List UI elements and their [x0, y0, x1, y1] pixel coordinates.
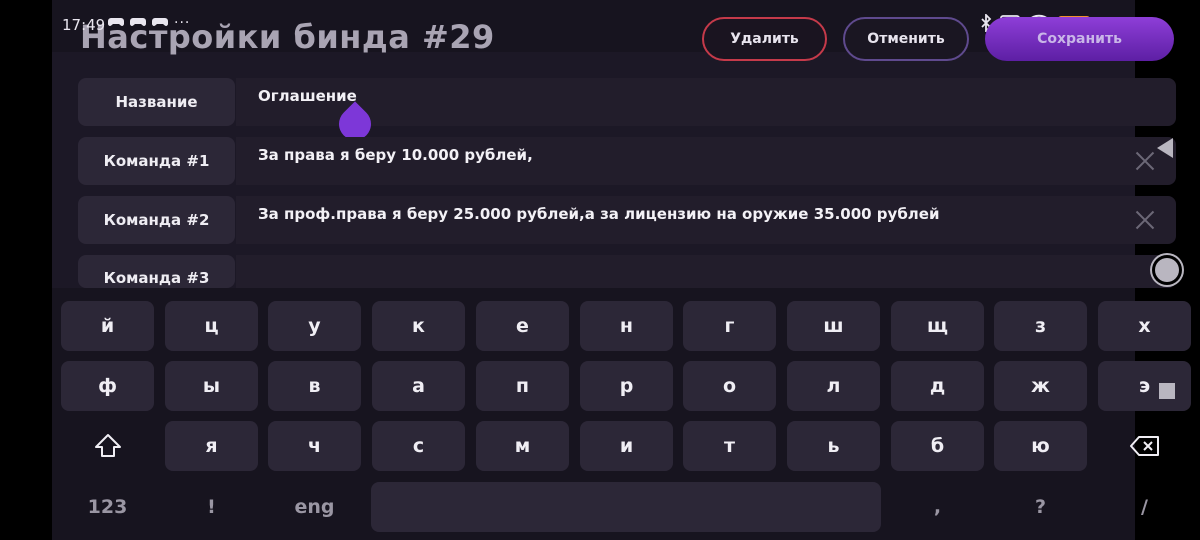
on-screen-keyboard: й ц у к е н г ш щ з х ф ы в а п р о л д … [52, 288, 1191, 540]
numbers-key[interactable]: 123 [61, 482, 154, 532]
backspace-icon [1129, 436, 1159, 456]
gamepad-icon [152, 18, 168, 26]
gamepad-icon [108, 18, 124, 26]
nav-back-icon[interactable] [1157, 138, 1173, 158]
field-label-command-3: Команда #3 [78, 255, 235, 288]
key[interactable]: д [891, 361, 984, 411]
key[interactable]: е [476, 301, 569, 351]
key[interactable]: у [268, 301, 361, 351]
status-icons-left: ··· [108, 15, 190, 31]
key[interactable]: н [580, 301, 673, 351]
field-label-command-2: Команда #2 [78, 196, 235, 244]
key[interactable]: ф [61, 361, 154, 411]
key[interactable]: в [268, 361, 361, 411]
gamepad-icon [130, 18, 146, 26]
key[interactable]: о [683, 361, 776, 411]
key[interactable]: б [891, 421, 984, 471]
key[interactable]: ч [268, 421, 361, 471]
name-input-value: Оглашение [258, 87, 357, 105]
key[interactable]: й [61, 301, 154, 351]
key[interactable]: а [372, 361, 465, 411]
question-key[interactable]: ? [994, 482, 1087, 532]
key[interactable]: ь [787, 421, 880, 471]
command-2-value: За проф.права я беру 25.000 рублей,а за … [258, 205, 940, 223]
language-switch-key[interactable]: eng [268, 482, 361, 532]
key[interactable]: к [372, 301, 465, 351]
name-input[interactable] [236, 78, 1176, 126]
key[interactable]: ж [994, 361, 1087, 411]
key[interactable]: э [1098, 361, 1191, 411]
key[interactable]: р [580, 361, 673, 411]
delete-button[interactable]: Удалить [702, 17, 827, 61]
clear-command-1-icon[interactable] [1133, 149, 1157, 173]
key[interactable]: т [683, 421, 776, 471]
clear-command-2-icon[interactable] [1133, 208, 1157, 232]
space-key[interactable] [371, 482, 881, 532]
save-button[interactable]: Сохранить [985, 17, 1174, 61]
key[interactable]: л [787, 361, 880, 411]
comma-key[interactable]: , [891, 482, 984, 532]
slash-key[interactable]: / [1098, 482, 1191, 532]
status-time: 17:49 [62, 16, 106, 34]
key[interactable]: ю [994, 421, 1087, 471]
nav-home-icon[interactable] [1155, 258, 1179, 282]
exclamation-key[interactable]: ! [165, 482, 258, 532]
backspace-key[interactable] [1098, 421, 1191, 471]
nav-recents-icon[interactable] [1159, 383, 1175, 399]
command-3-input[interactable] [236, 255, 1176, 288]
more-icon: ··· [174, 15, 191, 31]
key[interactable]: щ [891, 301, 984, 351]
key[interactable]: м [476, 421, 569, 471]
key[interactable]: я [165, 421, 258, 471]
command-1-value: За права я беру 10.000 рублей, [258, 146, 533, 164]
shift-key[interactable] [61, 421, 154, 471]
field-label-name: Название [78, 78, 235, 126]
key[interactable]: х [1098, 301, 1191, 351]
key[interactable]: ц [165, 301, 258, 351]
key[interactable]: п [476, 361, 569, 411]
app-root: Настройки бинда #29 17:49 ··· 27 Удалить… [0, 0, 1200, 540]
key[interactable]: ш [787, 301, 880, 351]
key[interactable]: з [994, 301, 1087, 351]
key[interactable]: и [580, 421, 673, 471]
key[interactable]: ы [165, 361, 258, 411]
cancel-button[interactable]: Отменить [843, 17, 969, 61]
shift-icon [94, 434, 121, 457]
field-label-command-1: Команда #1 [78, 137, 235, 185]
key[interactable]: г [683, 301, 776, 351]
key[interactable]: с [372, 421, 465, 471]
